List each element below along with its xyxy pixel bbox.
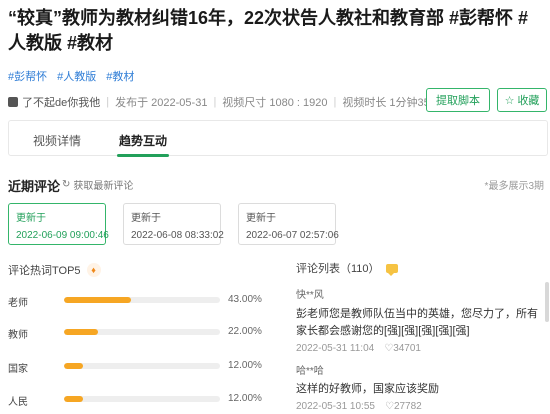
video-title: “较真”教师为教材纠错16年，22次状告人教社和教育部 #彭帮怀 #人教版 #教…	[8, 8, 529, 53]
comment-date: 2022-05-31 11:04	[296, 343, 375, 354]
update-date: 2022-06-09 09:00:46	[16, 230, 109, 241]
comment-user: 哈**哈	[296, 366, 324, 377]
favorite-label: 收藏	[517, 95, 540, 107]
divider: |	[333, 96, 337, 108]
hot-words-title: 评论热词TOP5 ♦	[8, 262, 101, 278]
update-label: 更新于	[131, 213, 161, 224]
comment-text: 彭老师您是教师队伍当中的英雄，您尽力了，所有家长都会感谢您的[强][强][强][…	[296, 308, 538, 337]
comment-bubble-icon	[385, 263, 398, 276]
comment-item: 哈**哈 这样的好教师，国家应该奖励 2022-05-31 10:55 ♡277…	[296, 362, 542, 412]
hot-word-label: 教师	[8, 330, 28, 341]
comment-text: 这样的好教师，国家应该奖励	[296, 383, 439, 395]
refresh-label: 获取最新评论	[73, 181, 134, 192]
heart-icon: ♡	[384, 401, 394, 412]
comment-likes: ♡27782	[385, 401, 422, 412]
extract-script-label: 提取脚本	[436, 95, 480, 107]
max-periods-note: *最多展示3期	[484, 181, 544, 192]
comment-user: 快**风	[296, 290, 324, 301]
extract-script-button[interactable]: 提取脚本	[426, 88, 490, 112]
tag-link[interactable]: #人教版	[57, 68, 96, 84]
comment-likes: ♡34701	[384, 343, 421, 354]
hot-word-label: 国家	[8, 364, 28, 375]
video-size: 视频尺寸 1080 : 1920	[222, 97, 328, 109]
hot-word-row: 老师 43.00%	[8, 292, 278, 309]
hot-word-label: 老师	[8, 298, 28, 309]
tab-bar: 视频详情 趋势互动	[8, 120, 548, 157]
hot-word-percent: 22.00%	[228, 326, 262, 337]
update-label: 更新于	[246, 213, 276, 224]
comment-list-title: 评论列表（110）	[296, 260, 398, 276]
hot-word-row: 国家 12.00%	[8, 358, 278, 375]
hot-word-bar-track	[64, 363, 220, 369]
divider: |	[106, 96, 110, 108]
update-date: 2022-06-07 02:57:06	[246, 230, 339, 241]
hot-word-bar	[64, 297, 132, 303]
tab-trend-interaction[interactable]: 趋势互动	[119, 132, 167, 149]
hot-words-label: 评论热词TOP5	[8, 265, 81, 277]
hot-word-label: 人民	[8, 397, 28, 408]
tab-video-details[interactable]: 视频详情	[33, 132, 81, 149]
hot-word-percent: 12.00%	[228, 360, 262, 371]
comment-date: 2022-05-31 10:55	[296, 401, 375, 412]
author[interactable]: 了不起de你我他	[8, 94, 100, 110]
publish-date: 发布于 2022-05-31	[115, 97, 208, 109]
active-tab-indicator	[117, 154, 169, 157]
hot-word-bar-track	[64, 329, 220, 335]
like-count: 27782	[393, 401, 422, 412]
hot-word-row: 人民 12.00%	[8, 391, 278, 408]
tag-link[interactable]: #教材	[106, 68, 134, 84]
tag-list: #彭帮怀 #人教版 #教材	[8, 68, 134, 84]
heart-icon: ♡	[384, 343, 394, 354]
refresh-icon: ↻	[62, 179, 71, 190]
fire-icon: ♦	[86, 263, 101, 277]
comment-list-label: 评论列表（110）	[296, 263, 380, 275]
hot-word-bar-track	[64, 396, 220, 402]
hot-word-percent: 43.00%	[228, 294, 262, 305]
star-icon: ☆	[504, 94, 515, 107]
video-meta: 了不起de你我他 | 发布于 2022-05-31 | 视频尺寸 1080 : …	[8, 94, 441, 110]
hot-word-row: 教师 22.00%	[8, 324, 278, 341]
update-date: 2022-06-08 08:33:02	[131, 230, 224, 241]
divider: |	[213, 96, 217, 108]
favorite-button[interactable]: ☆ 收藏	[497, 88, 547, 112]
author-name: 了不起de你我他	[22, 97, 101, 109]
hot-word-bar	[64, 396, 83, 402]
update-card[interactable]: 更新于 2022-06-07 02:57:06	[238, 203, 339, 245]
hot-word-bar-track	[64, 297, 220, 303]
like-count: 34701	[393, 343, 421, 354]
comment-item: 快**风 彭老师您是教师队伍当中的英雄，您尽力了，所有家长都会感谢您的[强][强…	[296, 286, 542, 354]
comment-footer: 2022-05-31 11:04 ♡34701	[296, 343, 542, 354]
recent-comments-title: 近期评论	[8, 179, 61, 194]
avatar	[8, 97, 18, 107]
tag-link[interactable]: #彭帮怀	[8, 68, 47, 84]
hot-word-percent: 12.00%	[228, 393, 262, 404]
hot-word-bar	[64, 363, 83, 369]
comment-footer: 2022-05-31 10:55 ♡27782	[296, 401, 542, 412]
refresh-comments-button[interactable]: ↻ 获取最新评论	[62, 177, 133, 192]
hot-word-bar	[64, 329, 99, 335]
update-label: 更新于	[16, 213, 46, 224]
update-card[interactable]: 更新于 2022-06-09 09:00:46	[8, 203, 109, 245]
update-card[interactable]: 更新于 2022-06-08 08:33:02	[123, 203, 224, 245]
comment-list-scrollbar[interactable]	[545, 282, 549, 322]
